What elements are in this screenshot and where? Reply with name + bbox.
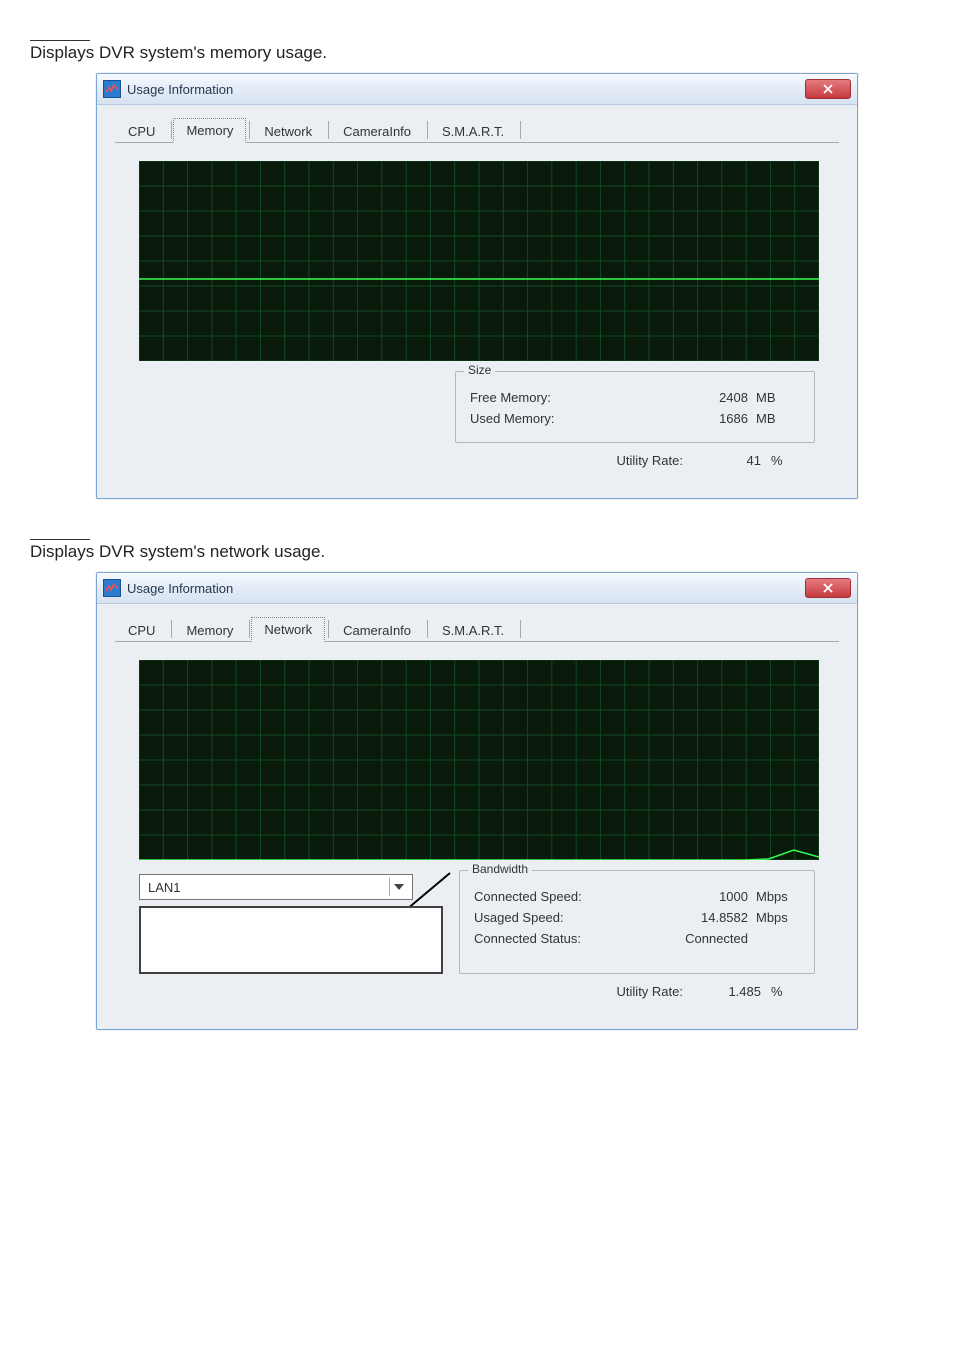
window-title: Usage Information [127,82,805,97]
tab-cpu[interactable]: CPU [115,618,168,642]
close-button[interactable] [805,578,851,598]
bandwidth-group-label: Bandwidth [468,862,532,876]
tab-smart[interactable]: S.M.A.R.T. [429,618,517,642]
used-memory-label: Used Memory: [470,411,664,426]
usage-info-window-memory: Usage Information CPU Memory Network Cam… [96,73,858,499]
network-usage-graph [139,660,819,860]
free-memory-value: 2408 [664,390,756,405]
size-group-label: Size [464,363,495,377]
tabstrip: CPU Memory Network CameraInfo S.M.A.R.T. [115,117,839,143]
tab-camerainfo[interactable]: CameraInfo [330,119,424,143]
tab-memory[interactable]: Memory [173,618,246,642]
bandwidth-groupbox: Bandwidth Connected Speed: 1000 Mbps Usa… [459,870,815,974]
tab-camerainfo[interactable]: CameraInfo [330,618,424,642]
network-utility-unit: % [771,984,801,999]
usaged-speed-value: 14.8582 [664,910,756,925]
memory-utility-value: 41 [701,453,761,468]
used-memory-value: 1686 [664,411,756,426]
connected-speed-unit: Mbps [756,889,800,904]
close-button[interactable] [805,79,851,99]
tabstrip: CPU Memory Network CameraInfo S.M.A.R.T. [115,616,839,642]
tab-network[interactable]: Network [251,119,325,143]
tab-memory[interactable]: Memory [173,118,246,143]
lan-select-value: LAN1 [148,880,389,895]
connected-speed-value: 1000 [664,889,756,904]
connected-status-label: Connected Status: [474,931,685,946]
app-icon [103,80,121,98]
tab-network[interactable]: Network [251,617,325,642]
network-utility-value: 1.485 [701,984,761,999]
size-groupbox: Size Free Memory: 2408 MB Used Memory: 1… [455,371,815,443]
network-utility-label: Utility Rate: [617,984,683,999]
usaged-speed-unit: Mbps [756,910,800,925]
lan-select[interactable]: LAN1 [139,874,413,900]
app-icon [103,579,121,597]
titlebar: Usage Information [97,573,857,604]
window-title: Usage Information [127,581,805,596]
free-memory-label: Free Memory: [470,390,664,405]
memory-section-caption: Displays DVR system's memory usage. [30,43,954,63]
network-section-caption: Displays DVR system's network usage. [30,542,954,562]
chevron-down-icon [389,878,408,896]
tab-cpu[interactable]: CPU [115,119,168,143]
memory-utility-label: Utility Rate: [617,453,683,468]
connected-speed-label: Connected Speed: [474,889,664,904]
free-memory-unit: MB [756,390,800,405]
annotation-box [139,906,443,974]
used-memory-unit: MB [756,411,800,426]
memory-utility-unit: % [771,453,801,468]
connected-status-value: Connected [685,931,756,946]
usaged-speed-label: Usaged Speed: [474,910,664,925]
tab-smart[interactable]: S.M.A.R.T. [429,119,517,143]
usage-info-window-network: Usage Information CPU Memory Network Cam… [96,572,858,1030]
memory-usage-graph [139,161,819,361]
titlebar: Usage Information [97,74,857,105]
